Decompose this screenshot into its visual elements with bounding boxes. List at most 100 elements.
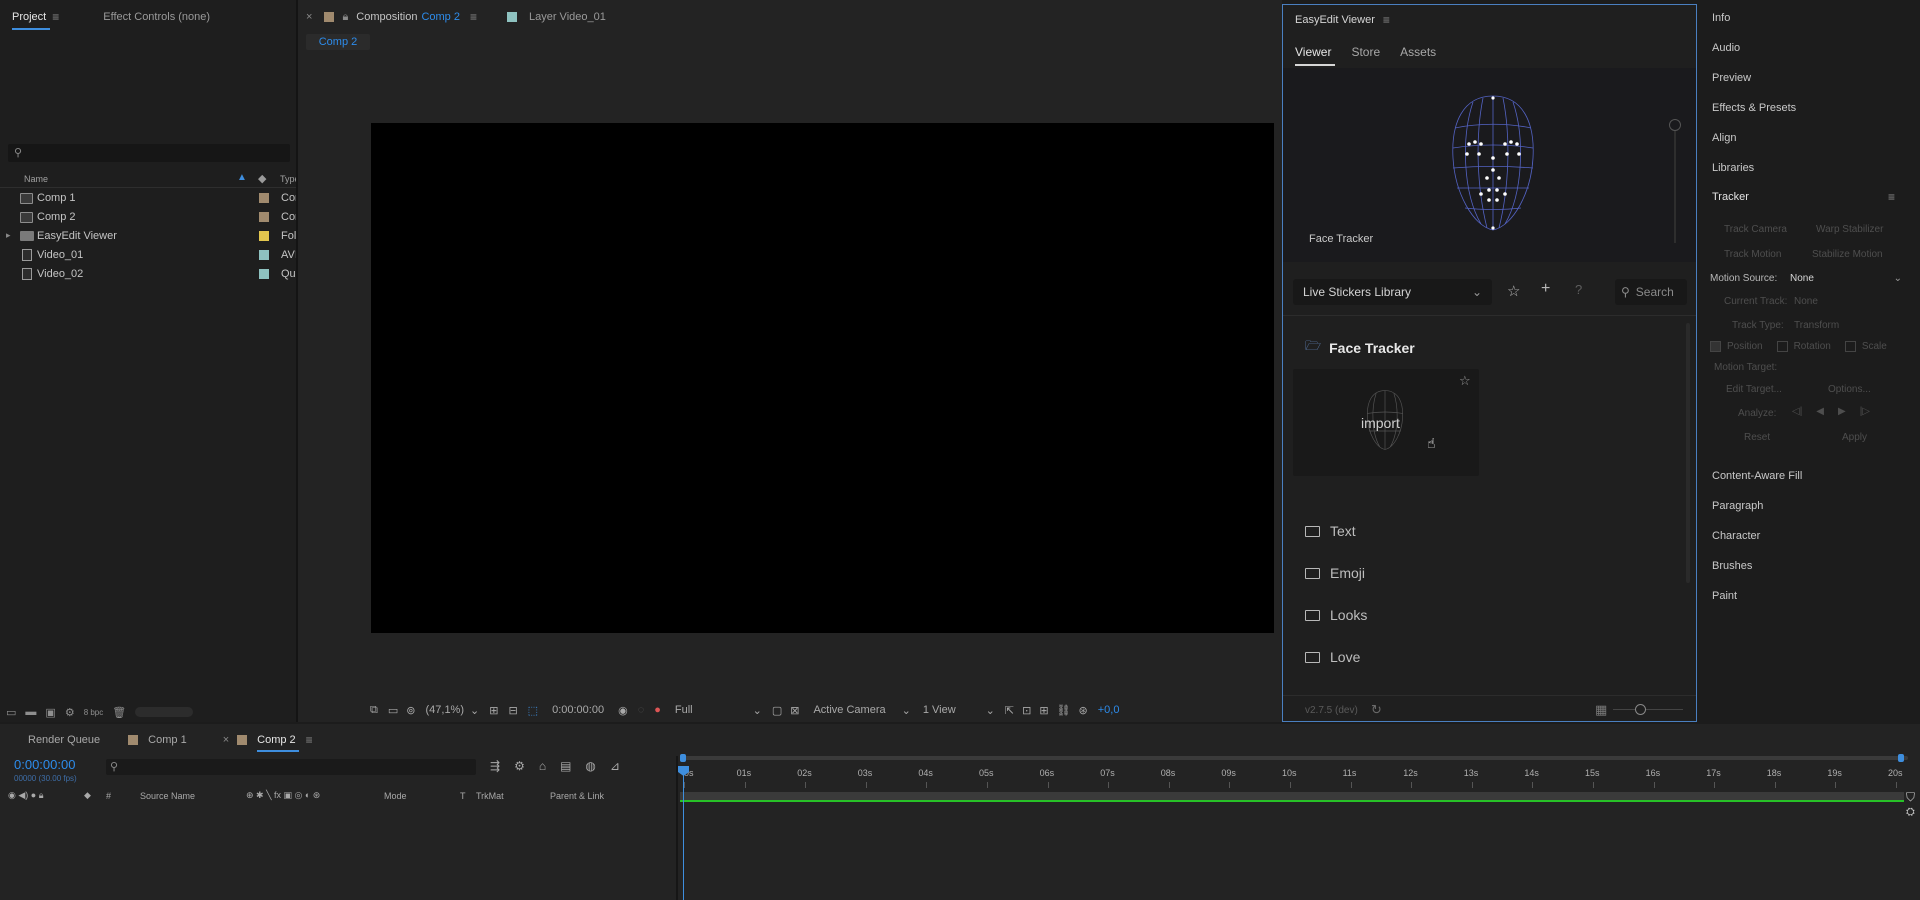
project-item[interactable]: ▸EasyEdit ViewerFolder (0, 227, 312, 246)
tab-render-queue[interactable]: Render Queue (28, 734, 100, 746)
folder-item[interactable]: Love (1305, 649, 1505, 665)
column-source-name[interactable]: Source Name (140, 791, 195, 801)
mask-visibility-icon[interactable]: ⬚ (528, 704, 538, 717)
panel-effects-presets[interactable]: Effects & Presets (1712, 102, 1796, 114)
position-checkbox[interactable] (1710, 341, 1721, 352)
show-snapshot-icon[interactable]: ◌ (638, 704, 645, 716)
toggle-pixel-aspect-icon[interactable]: ⇱ (1005, 704, 1014, 717)
av-features-icons[interactable]: ◉ ◀) ● 🔒︎ (8, 790, 44, 801)
section-face-tracker[interactable]: 🗁 Face Tracker (1305, 337, 1415, 359)
hide-shy-layers-icon[interactable]: ⌂ (539, 759, 546, 773)
menu-icon[interactable]: ≡ (1383, 13, 1390, 27)
label-color-swatch[interactable] (259, 212, 269, 222)
thumbnail-size-slider[interactable] (1613, 709, 1683, 710)
thumbnail-size-handle[interactable] (1635, 704, 1646, 715)
project-settings-icon[interactable]: ⚙ (65, 706, 75, 719)
panel-preview[interactable]: Preview (1712, 72, 1751, 84)
analyze-forward-frame-icon[interactable]: |▷ (1860, 406, 1870, 417)
warp-stabilizer-button[interactable]: Warp Stabilizer (1816, 224, 1883, 235)
column-trkmat[interactable]: TrkMat (476, 791, 504, 801)
analyze-back-frame-icon[interactable]: ◁| (1792, 406, 1802, 417)
panel-character[interactable]: Character (1712, 530, 1760, 542)
column-name[interactable]: Name (24, 174, 48, 184)
tab-layer[interactable]: Layer Video_01 (529, 11, 606, 23)
column-mode[interactable]: Mode (384, 791, 407, 801)
panel-content-aware-fill[interactable]: Content-Aware Fill (1712, 470, 1802, 482)
flowchart-icon[interactable]: ⛓ (1057, 704, 1071, 717)
options-button[interactable]: Options... (1828, 384, 1871, 395)
tab-composition-label[interactable]: Composition (356, 11, 417, 23)
playhead-line[interactable] (683, 766, 684, 900)
library-select[interactable]: Live Stickers Library ⌄ (1293, 279, 1492, 305)
navigator-end-handle[interactable] (1898, 754, 1904, 762)
favorite-star-icon[interactable]: ☆ (1507, 282, 1520, 300)
close-icon[interactable]: × (306, 11, 312, 23)
label-tag-icon[interactable]: ◆ (258, 172, 266, 185)
draft-3d-icon[interactable]: ⚙ (514, 759, 525, 773)
scale-checkbox[interactable] (1844, 341, 1856, 352)
monitor-icon[interactable]: ▭ (388, 704, 398, 717)
folder-item[interactable]: Text (1305, 523, 1505, 539)
tab-project[interactable]: Project ≡ (0, 0, 71, 34)
preview-slider-handle[interactable] (1669, 119, 1681, 131)
panel-libraries[interactable]: Libraries (1712, 162, 1754, 174)
tab-assets[interactable]: Assets (1400, 45, 1436, 59)
timeline-search-input[interactable]: ⚲ (106, 759, 476, 775)
track-type-value[interactable]: Transform (1794, 320, 1839, 331)
label-color-swatch[interactable] (259, 269, 269, 279)
disclosure-triangle-icon[interactable]: ▸ (6, 230, 11, 241)
region-of-interest-icon[interactable]: ▢ (772, 704, 782, 717)
end-marker-icon[interactable]: ⛉ (1906, 790, 1915, 805)
safe-zones-icon[interactable]: ⊞ (489, 704, 498, 717)
view-layout-select[interactable]: 1 View (923, 704, 956, 716)
exposure-value[interactable]: +0,0 (1098, 704, 1120, 716)
new-composition-icon[interactable]: ▣ (45, 706, 55, 719)
project-search-input[interactable]: ⚲ (8, 144, 290, 162)
current-track-value[interactable]: None (1794, 296, 1818, 307)
tab-comp2[interactable]: Comp 2 (257, 734, 300, 752)
grid-view-icon[interactable]: ▦ (1595, 702, 1607, 718)
apply-button[interactable]: Apply (1842, 432, 1867, 443)
column-parent-link[interactable]: Parent & Link (550, 791, 604, 801)
lock-icon[interactable]: 🔒︎ (342, 11, 348, 24)
track-camera-button[interactable]: Track Camera (1724, 224, 1787, 235)
tab-viewer[interactable]: Viewer (1295, 45, 1335, 66)
fast-previews-icon[interactable]: ⊡ (1022, 704, 1031, 717)
panel-paragraph[interactable]: Paragraph (1712, 500, 1763, 512)
add-icon[interactable]: + (1541, 280, 1550, 298)
composition-mini-flowchart-icon[interactable]: ⇶ (490, 759, 500, 773)
folder-item[interactable]: Emoji (1305, 565, 1505, 581)
chevron-down-icon[interactable]: ⌄ (470, 704, 479, 717)
menu-icon[interactable]: ≡ (1888, 190, 1895, 204)
track-motion-button[interactable]: Track Motion (1724, 249, 1781, 260)
easyedit-search-input[interactable]: ⚲ Search (1615, 279, 1687, 305)
chevron-down-icon[interactable]: ⌄ (986, 704, 995, 717)
label-color-swatch[interactable] (259, 193, 269, 203)
refresh-icon[interactable]: ↻ (1371, 702, 1382, 718)
graph-editor-icon[interactable]: ⊿ (610, 759, 620, 773)
card-favorite-star-icon[interactable]: ☆ (1459, 373, 1471, 389)
menu-icon[interactable]: ≡ (306, 733, 313, 747)
menu-icon[interactable]: ≡ (470, 10, 477, 24)
tab-effect-controls[interactable]: Effect Controls (none) (91, 0, 222, 34)
import-label[interactable]: import (1361, 415, 1400, 431)
reset-exposure-icon[interactable]: ⊛ (1079, 704, 1088, 717)
resolution-select[interactable]: Full (675, 704, 693, 716)
tab-store[interactable]: Store (1351, 45, 1380, 59)
rotation-checkbox[interactable] (1776, 341, 1788, 352)
vr-icon[interactable]: ⊚ (406, 704, 415, 717)
comp-marker-bin-icon[interactable]: ⛭ (1906, 806, 1915, 819)
zoom-value[interactable]: (47,1%) (425, 704, 464, 716)
tracker-title[interactable]: Tracker (1712, 191, 1749, 203)
composition-viewer[interactable] (371, 123, 1274, 633)
panel-audio[interactable]: Audio (1712, 42, 1740, 54)
comp-subtab[interactable]: Comp 2 (306, 34, 370, 50)
chevron-down-icon[interactable]: ⌄ (753, 704, 762, 717)
panel-align[interactable]: Align (1712, 132, 1736, 144)
new-folder-icon[interactable]: ▬ (25, 706, 36, 718)
project-item[interactable]: Video_01 AVI (0, 246, 298, 265)
preview-slider[interactable] (1674, 123, 1676, 243)
column-number[interactable]: # (106, 791, 111, 801)
motion-blur-icon[interactable]: ◍ (585, 759, 595, 773)
grid-icon[interactable]: ⊟ (508, 704, 517, 717)
